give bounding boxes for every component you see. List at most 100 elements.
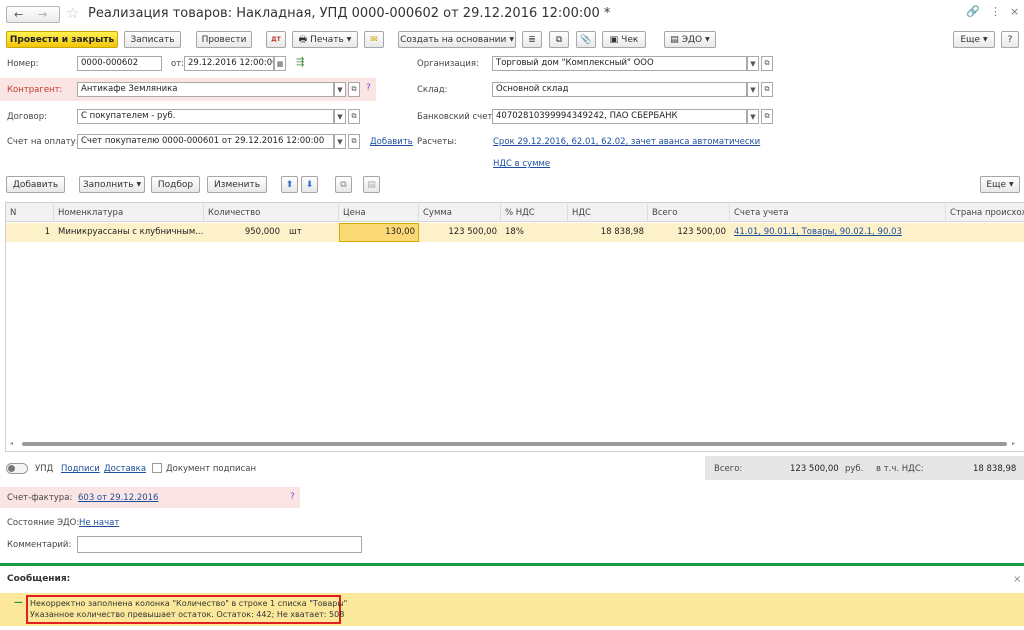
col-qty[interactable]: Количество xyxy=(204,204,339,222)
cell-qty[interactable]: 950,000 xyxy=(204,223,284,242)
question-icon[interactable]: ? xyxy=(366,83,371,93)
dt-kt-button[interactable]: ДТ xyxy=(266,31,286,48)
contract-open-icon[interactable]: ⧉ xyxy=(348,109,360,124)
check-button[interactable]: ▣ Чек xyxy=(602,31,646,48)
upd-toggle[interactable] xyxy=(6,463,28,474)
payment-invoice-open-icon[interactable]: ⧉ xyxy=(348,134,360,149)
cell-vat[interactable]: 18 838,98 xyxy=(568,223,648,242)
signed-checkbox[interactable] xyxy=(152,463,162,473)
edo-button[interactable]: ▤ ЭДО ▼ xyxy=(664,31,716,48)
forward-arrow-icon[interactable]: → xyxy=(38,8,47,21)
change-button[interactable]: Изменить xyxy=(207,176,267,193)
add-invoice-link[interactable]: Добавить xyxy=(370,137,413,147)
cell-total[interactable]: 123 500,00 xyxy=(648,223,730,242)
numerator-icon[interactable]: ⇶ xyxy=(296,57,304,68)
organization-dropdown[interactable]: ▼ xyxy=(747,56,759,71)
col-item[interactable]: Номенклатура xyxy=(54,204,204,222)
organization-open-icon[interactable]: ⧉ xyxy=(761,56,773,71)
counterparty-open-icon[interactable]: ⧉ xyxy=(348,82,360,97)
select-button[interactable]: Подбор xyxy=(151,176,200,193)
cell-vat-rate[interactable]: 18% xyxy=(501,223,568,242)
date-field[interactable]: 29.12.2016 12:00:00 xyxy=(184,56,274,71)
dropdown-arrow-icon: ▼ xyxy=(983,36,988,43)
horizontal-scrollbar[interactable] xyxy=(22,442,1007,446)
number-label: Номер: xyxy=(7,59,39,69)
move-up-button[interactable]: ⬆ xyxy=(281,176,298,193)
bank-account-open-icon[interactable]: ⧉ xyxy=(761,109,773,124)
scroll-left-icon[interactable]: ◂ xyxy=(10,440,13,447)
link-icon[interactable]: 🔗 xyxy=(966,5,980,18)
col-vat-rate[interactable]: % НДС xyxy=(501,204,568,222)
scroll-right-icon[interactable]: ▸ xyxy=(1012,440,1015,447)
post-and-close-button[interactable]: Провести и закрыть xyxy=(6,31,118,48)
structure-button[interactable]: ⧉ xyxy=(549,31,569,48)
paste-button[interactable]: ▤ xyxy=(363,176,380,193)
cash-register-icon: ▣ xyxy=(609,34,619,45)
post-button[interactable]: Провести xyxy=(196,31,252,48)
cell-n: 1 xyxy=(44,227,50,237)
help-button[interactable]: ? xyxy=(1001,31,1019,48)
create-based-label: Создать на основании xyxy=(400,34,507,45)
edo-state-link[interactable]: Не начат xyxy=(79,518,119,528)
invoice-doc-link[interactable]: 603 от 29.12.2016 xyxy=(78,493,158,503)
vat-link[interactable]: НДС в сумме xyxy=(493,159,550,169)
favorite-star-icon[interactable]: ☆ xyxy=(66,4,79,22)
messages-close-icon[interactable]: × xyxy=(1013,574,1021,585)
warehouse-field[interactable]: Основной склад xyxy=(492,82,747,97)
calendar-button[interactable]: ▦ xyxy=(274,56,286,71)
col-price[interactable]: Цена xyxy=(339,204,419,222)
save-button[interactable]: Записать xyxy=(124,31,181,48)
paperclip-icon: 📎 xyxy=(580,34,592,45)
bank-account-dropdown[interactable]: ▼ xyxy=(747,109,759,124)
col-vat[interactable]: НДС xyxy=(568,204,648,222)
comment-field[interactable] xyxy=(77,536,362,553)
close-icon[interactable]: × xyxy=(1010,5,1019,18)
cell-sum[interactable]: 123 500,00 xyxy=(419,223,501,242)
total-value: 123 500,00 xyxy=(790,464,839,474)
warehouse-open-icon[interactable]: ⧉ xyxy=(761,82,773,97)
warehouse-dropdown[interactable]: ▼ xyxy=(747,82,759,97)
menu-dots-icon[interactable]: ⋮ xyxy=(990,5,1001,18)
toggle-knob xyxy=(8,465,15,472)
more-button[interactable]: Еще ▼ xyxy=(953,31,995,48)
organization-field[interactable]: Торговый дом "Комплексный" ООО xyxy=(492,56,747,71)
payment-invoice-label: Счет на оплату: xyxy=(7,137,79,147)
back-arrow-icon[interactable]: ← xyxy=(14,8,23,21)
col-sum[interactable]: Сумма xyxy=(419,204,501,222)
col-country[interactable]: Страна происхождения xyxy=(946,204,1024,222)
col-accounts[interactable]: Счета учета xyxy=(730,204,946,222)
signatures-link[interactable]: Подписи xyxy=(61,464,100,474)
cell-accounts[interactable]: 41.01, 90.01.1, Товары, 90.02.1, 90.03 xyxy=(730,223,946,242)
payment-invoice-dropdown[interactable]: ▼ xyxy=(334,134,346,149)
delivery-link[interactable]: Доставка xyxy=(104,464,146,474)
cell-price[interactable]: 130,00 xyxy=(339,223,419,242)
journal-button[interactable]: ≣ xyxy=(522,31,542,48)
attach-button[interactable]: 📎 xyxy=(576,31,596,48)
cell-item[interactable]: Миникруассаны с клубничным... xyxy=(54,223,204,242)
add-row-button[interactable]: Добавить xyxy=(6,176,65,193)
counterparty-field[interactable]: Антикафе Земляника xyxy=(77,82,334,97)
col-n[interactable]: N xyxy=(6,204,54,222)
create-based-button[interactable]: Создать на основании ▼ xyxy=(398,31,516,48)
table-more-label: Еще xyxy=(986,179,1007,190)
settlements-link[interactable]: Срок 29.12.2016, 62.01, 62.02, зачет ава… xyxy=(493,137,760,147)
fill-button[interactable]: Заполнить ▼ xyxy=(79,176,145,193)
print-button[interactable]: 🖶 Печать ▼ xyxy=(292,31,358,48)
counterparty-dropdown[interactable]: ▼ xyxy=(334,82,346,97)
number-field[interactable]: 0000-000602 xyxy=(77,56,162,71)
invoice-help-icon[interactable]: ? xyxy=(290,492,295,502)
cell-unit[interactable]: шт xyxy=(285,223,339,242)
payment-invoice-field[interactable]: Счет покупателю 0000-000601 от 29.12.201… xyxy=(77,134,334,149)
contract-dropdown[interactable]: ▼ xyxy=(334,109,346,124)
table-more-button[interactable]: Еще ▼ xyxy=(980,176,1020,193)
printer-icon: 🖶 xyxy=(298,34,308,45)
contract-field[interactable]: С покупателем - руб. xyxy=(77,109,334,124)
move-down-button[interactable]: ⬇ xyxy=(301,176,318,193)
calendar-icon: ▦ xyxy=(276,59,284,68)
col-total[interactable]: Всего xyxy=(648,204,730,222)
edo-state-label: Состояние ЭДО: xyxy=(7,518,80,528)
message-dash-icon: — xyxy=(14,598,23,608)
bank-account-field[interactable]: 40702810399994349242, ПАО СБЕРБАНК xyxy=(492,109,747,124)
email-button[interactable]: ✉ xyxy=(364,31,384,48)
copy-button[interactable]: ⧉ xyxy=(335,176,352,193)
